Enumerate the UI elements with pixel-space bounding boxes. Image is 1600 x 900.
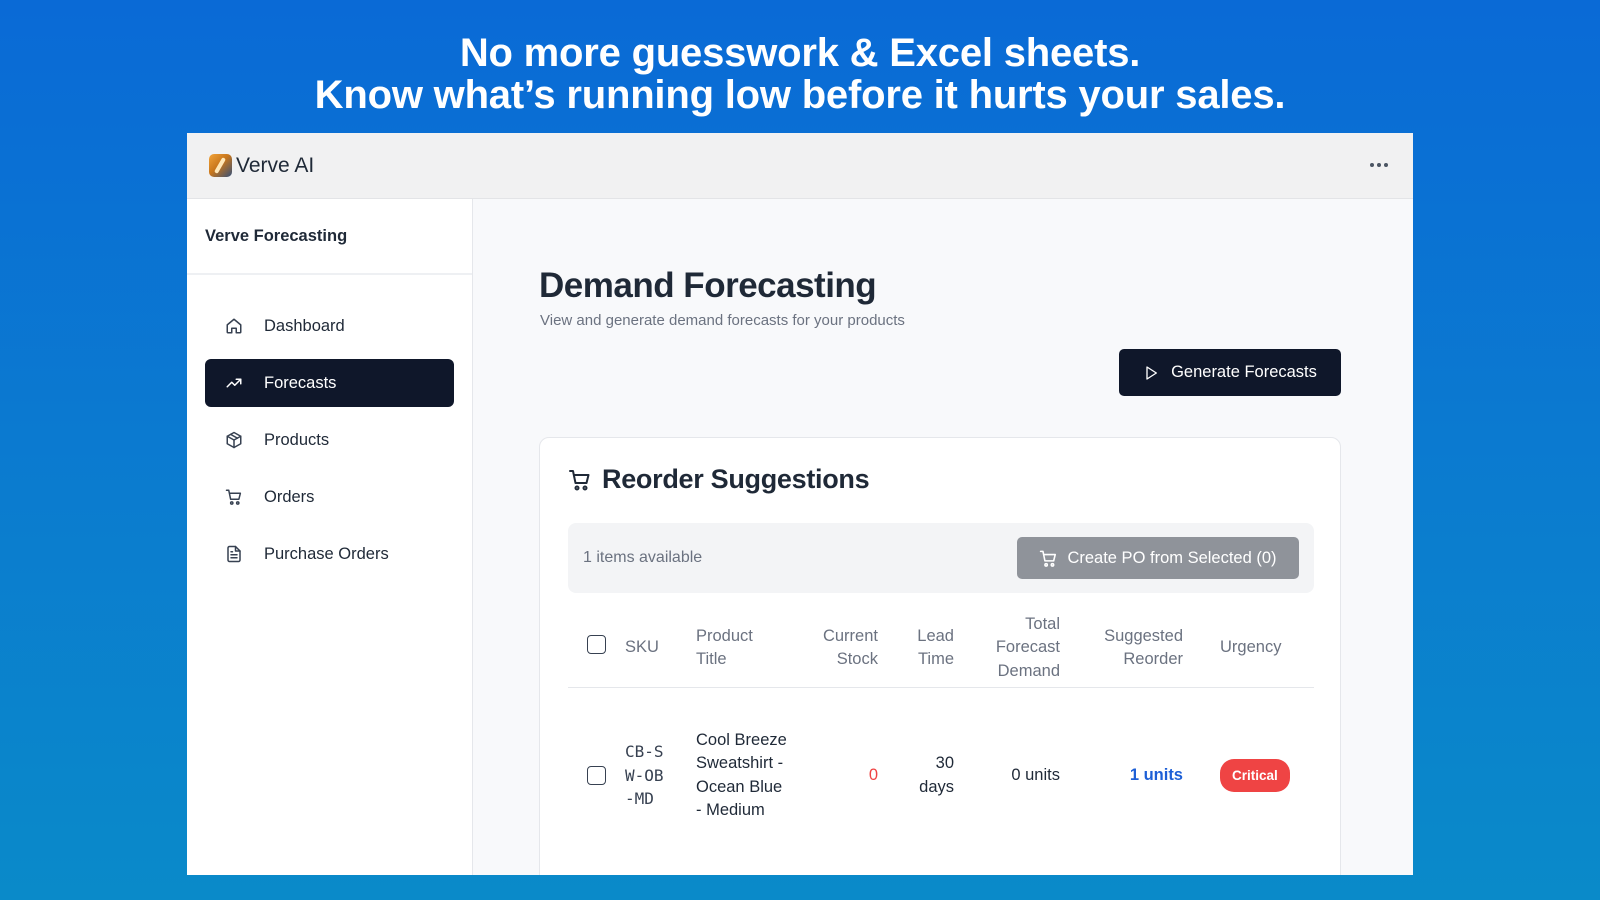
top-bar: Verve AI [187, 133, 1413, 199]
hero-line-2: Know what’s running low before it hurts … [314, 73, 1286, 117]
column-header-product-title: Product Title [696, 626, 753, 669]
sidebar-item-purchase-orders[interactable]: Purchase Orders [205, 530, 454, 578]
sidebar: Verve Forecasting Dashboard Forecasts Pr… [187, 199, 473, 875]
urgency-badge: Critical [1220, 758, 1290, 793]
items-count: 1 items available [583, 549, 703, 566]
create-po-button[interactable]: Create PO from Selected (0) [1017, 537, 1299, 579]
trending-up-icon [225, 374, 243, 392]
document-icon [225, 545, 243, 563]
sidebar-item-label: Purchase Orders [264, 544, 389, 563]
cell-sku: CB-SW-OB-MD [625, 742, 664, 809]
page-subtitle: View and generate demand forecasts for y… [540, 312, 905, 329]
reorder-suggestions-card: Reorder Suggestions 1 items available Cr… [539, 437, 1341, 875]
app-name: Verve AI [236, 153, 315, 177]
app-window: Verve AI Verve Forecasting Dashboard For… [187, 133, 1413, 875]
reorder-table: SKU Product Title Current Stock Lead Tim… [568, 608, 1314, 863]
cell-urgency: Critical [1220, 688, 1290, 863]
sidebar-item-label: Forecasts [264, 373, 337, 392]
column-header-urgency: Urgency [1220, 638, 1282, 657]
reorder-title-text: Reorder Suggestions [602, 464, 870, 494]
hero-line-1: No more guesswork & Excel sheets. [459, 31, 1141, 75]
create-po-label: Create PO from Selected (0) [1067, 548, 1277, 567]
cell-total-forecast-demand: 0 units [1011, 765, 1060, 784]
cell-suggested-reorder: 1 units [1088, 688, 1183, 863]
row-checkbox[interactable] [587, 766, 606, 785]
sidebar-item-dashboard[interactable]: Dashboard [205, 302, 454, 350]
more-options-button[interactable] [1365, 153, 1393, 177]
table-header: SKU Product Title Current Stock Lead Tim… [568, 608, 1314, 688]
column-header-total-forecast-demand: Total Forecast Demand [995, 614, 1060, 680]
sidebar-item-label: Products [264, 430, 330, 449]
sidebar-item-orders[interactable]: Orders [205, 473, 454, 521]
column-header-current-stock: Current Stock [822, 626, 878, 669]
page-title: Demand Forecasting [539, 266, 877, 305]
sidebar-item-products[interactable]: Products [205, 416, 454, 464]
column-header-sku: SKU [625, 638, 659, 657]
cart-icon [569, 469, 590, 490]
app-logo-icon [209, 154, 232, 177]
play-icon [1146, 365, 1158, 380]
sidebar-item-forecasts[interactable]: Forecasts [205, 359, 454, 407]
generate-forecasts-button[interactable]: Generate Forecasts [1119, 349, 1341, 396]
sidebar-title: Verve Forecasting [187, 199, 472, 275]
cart-icon [225, 488, 243, 506]
main-content: Demand Forecasting View and generate dem… [473, 199, 1413, 875]
suggested-reorder-link[interactable]: 1 units [1130, 764, 1183, 788]
sidebar-item-label: Dashboard [264, 316, 345, 335]
sidebar-item-label: Orders [264, 487, 315, 506]
table-row[interactable]: CB-SW-OB-MD Cool Breeze Sweatshirt - Oce… [568, 688, 1314, 863]
select-all-checkbox[interactable] [587, 635, 606, 654]
column-header-suggested-reorder: Suggested Reorder [1104, 626, 1183, 669]
home-icon [225, 317, 243, 335]
generate-forecasts-label: Generate Forecasts [1171, 363, 1317, 381]
sidebar-nav: Dashboard Forecasts Products Orders Purc… [187, 275, 472, 578]
cell-product-title: Cool Breeze Sweatshirt - Ocean Blue - Me… [696, 730, 787, 820]
reorder-suggestions-title: Reorder Suggestions [568, 464, 870, 495]
package-icon [225, 431, 243, 449]
hero-headline: No more guesswork & Excel sheets. Know w… [0, 32, 1600, 116]
cell-lead-time: 30 days [919, 754, 954, 796]
column-header-lead-time: Lead Time [917, 626, 954, 669]
reorder-toolbar: 1 items available Create PO from Selecte… [568, 523, 1314, 593]
more-horizontal-icon [1370, 163, 1374, 167]
cart-icon [1040, 550, 1057, 567]
cell-current-stock: 0 [868, 765, 878, 784]
